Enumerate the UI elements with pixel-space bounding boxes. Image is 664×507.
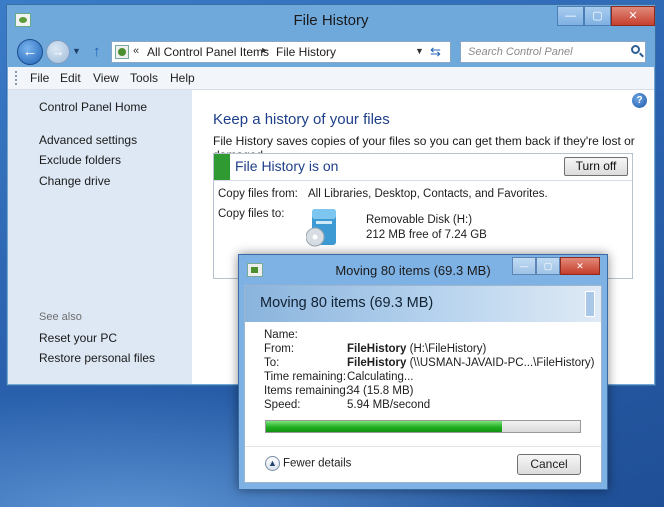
breadcrumb-overflow-icon[interactable]: «	[133, 45, 139, 57]
title-bar: File History — ▢ ✕	[7, 5, 655, 37]
breadcrumb-file-history[interactable]: File History	[276, 45, 336, 59]
chevron-up-icon[interactable]: ▲	[265, 456, 280, 471]
close-button[interactable]: ✕	[611, 6, 655, 26]
fewer-details-label[interactable]: Fewer details	[283, 458, 351, 470]
from-label: From:	[264, 343, 295, 355]
items-remaining-value: 34 (15.8 MB)	[347, 385, 414, 397]
from-path: (H:\FileHistory)	[409, 343, 487, 355]
change-drive-link[interactable]: Change drive	[39, 174, 110, 188]
fewer-details-toggle[interactable]: ▲ Fewer details	[265, 456, 351, 471]
address-bar[interactable]: « All Control Panel Items ▸ File History…	[111, 41, 451, 63]
copy-to-label: Copy files to:	[218, 208, 285, 220]
restore-personal-files-link[interactable]: Restore personal files	[39, 351, 155, 365]
menu-file[interactable]: File	[30, 71, 49, 85]
control-panel-home-link[interactable]: Control Panel Home	[39, 100, 147, 114]
turn-off-button[interactable]: Turn off	[564, 157, 628, 176]
breadcrumb-separator-icon[interactable]: ▸	[262, 45, 267, 56]
reset-your-pc-link[interactable]: Reset your PC	[39, 331, 117, 345]
drive-name: Removable Disk (H:)	[366, 214, 473, 226]
to-value: FileHistory (\\USMAN-JAVAID-PC...\FileHi…	[347, 357, 595, 369]
dialog-header-banner: Moving 80 items (69.3 MB)	[245, 286, 601, 322]
from-value: FileHistory (H:\FileHistory)	[347, 343, 486, 355]
search-placeholder: Search Control Panel	[468, 46, 573, 58]
up-arrow-icon[interactable]: ↑	[93, 43, 101, 60]
speed-gauge-icon	[585, 291, 595, 317]
help-icon[interactable]: ?	[632, 93, 647, 108]
minimize-button[interactable]: —	[557, 6, 584, 26]
drive-free-space: 212 MB free of 7.24 GB	[366, 229, 487, 241]
control-panel-icon	[115, 45, 129, 59]
navigation-bar: ← → ▼ ↑ « All Control Panel Items ▸ File…	[7, 37, 655, 67]
status-indicator	[214, 154, 230, 180]
maximize-button[interactable]: ▢	[584, 6, 611, 26]
copy-from-label: Copy files from:	[218, 188, 298, 200]
speed-label: Speed:	[264, 399, 301, 411]
address-dropdown-icon[interactable]: ▼	[415, 46, 424, 56]
menu-grip	[15, 71, 19, 85]
name-label: Name:	[264, 329, 298, 341]
to-folder-link[interactable]: FileHistory	[347, 357, 406, 369]
menu-tools[interactable]: Tools	[130, 71, 158, 85]
moving-items-dialog: Moving 80 items (69.3 MB) — ▢ ✕ Moving 8…	[238, 254, 608, 490]
search-input[interactable]: Search Control Panel	[460, 41, 646, 63]
copy-from-value: All Libraries, Desktop, Contacts, and Fa…	[308, 188, 548, 200]
items-remaining-label: Items remaining:	[264, 385, 350, 397]
speed-value: 5.94 MB/second	[347, 399, 431, 411]
menu-edit[interactable]: Edit	[60, 71, 81, 85]
progress-fill	[266, 421, 502, 432]
back-arrow-icon[interactable]: ←	[17, 39, 43, 65]
status-title: File History is on	[235, 158, 339, 174]
to-label: To:	[264, 357, 280, 369]
removable-disk-icon	[306, 209, 336, 247]
dialog-title: Moving 80 items (69.3 MB)	[335, 263, 491, 278]
cancel-button[interactable]: Cancel	[517, 454, 581, 475]
dialog-body: Moving 80 items (69.3 MB) Name: From: Fi…	[244, 285, 602, 483]
dialog-minimize-button[interactable]: —	[512, 257, 536, 275]
menu-bar: File Edit View Tools Help	[8, 67, 654, 90]
breadcrumb-all-control-panel-items[interactable]: All Control Panel Items	[147, 45, 269, 59]
move-operation-icon	[247, 263, 263, 277]
forward-arrow-icon[interactable]: →	[46, 40, 70, 64]
dialog-maximize-button[interactable]: ▢	[536, 257, 560, 275]
dialog-heading: Moving 80 items (69.3 MB)	[260, 295, 434, 311]
time-remaining-label: Time remaining:	[264, 371, 347, 383]
refresh-icon[interactable]: ⇆	[430, 44, 441, 60]
advanced-settings-link[interactable]: Advanced settings	[39, 133, 137, 147]
recent-locations-chevron-icon[interactable]: ▼	[72, 46, 81, 56]
menu-help[interactable]: Help	[170, 71, 195, 85]
menu-view[interactable]: View	[93, 71, 119, 85]
search-icon[interactable]	[631, 45, 640, 54]
dialog-close-button[interactable]: ✕	[560, 257, 600, 275]
page-heading: Keep a history of your files	[213, 111, 390, 128]
time-remaining-value: Calculating...	[347, 371, 414, 383]
dialog-divider	[245, 446, 601, 447]
progress-bar	[265, 420, 581, 433]
left-pane: Control Panel Home Advanced settings Exc…	[8, 90, 192, 384]
see-also-heading: See also	[39, 311, 82, 323]
to-path: (\\USMAN-JAVAID-PC...\FileHistory)	[409, 357, 595, 369]
from-folder-link[interactable]: FileHistory	[347, 343, 406, 355]
status-header: File History is on Turn off	[214, 154, 632, 181]
exclude-folders-link[interactable]: Exclude folders	[39, 153, 121, 167]
